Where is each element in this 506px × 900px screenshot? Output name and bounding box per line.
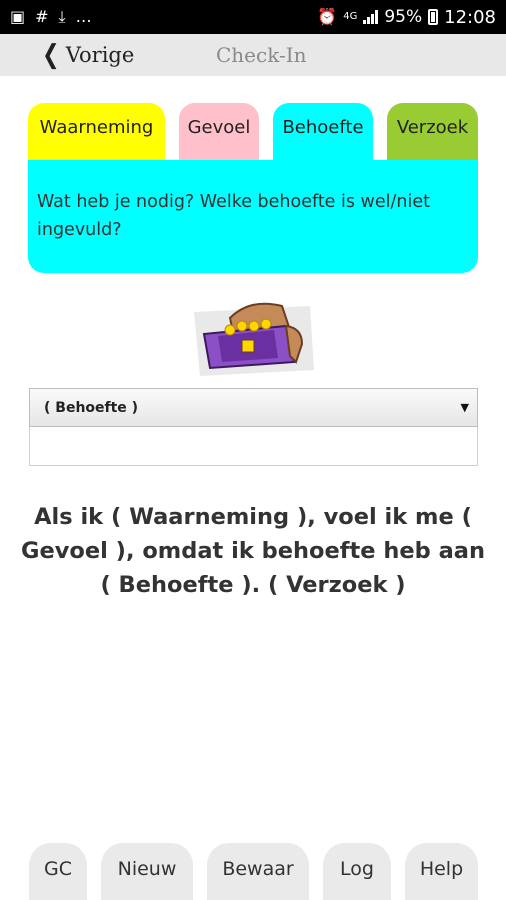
tab-verzoek[interactable]: Verzoek [387, 103, 478, 161]
network-label: 4G [343, 11, 358, 22]
bottom-toolbar: GC Nieuw Bewaar Log Help [0, 843, 506, 900]
status-left-icons: ▣ # ⤓ … [10, 9, 92, 25]
coin-4 [260, 318, 272, 330]
chevron-left-icon: ❮ [42, 40, 60, 70]
status-bar: ▣ # ⤓ … ⏰ 4G 95% 12:08 [0, 0, 506, 34]
battery-icon [428, 9, 439, 25]
save-button[interactable]: Bewaar [207, 843, 309, 900]
back-label: Vorige [65, 43, 135, 67]
need-select-value: ( Behoefte ) [44, 399, 139, 416]
new-button[interactable]: Nieuw [101, 843, 193, 900]
help-button[interactable]: Help [405, 843, 478, 900]
need-text-field[interactable] [29, 427, 478, 466]
log-button[interactable]: Log [323, 843, 391, 900]
coin-3 [248, 320, 260, 332]
more-icon: … [75, 7, 92, 26]
tab-gevoel[interactable]: Gevoel [179, 103, 259, 161]
treasure-chest-icon [194, 302, 314, 376]
slack-icon: # [35, 7, 49, 26]
need-select[interactable]: ( Behoefte ) ▼ [29, 388, 478, 427]
image-icon: ▣ [10, 7, 26, 26]
tab-waarneming[interactable]: Waarneming [28, 103, 165, 161]
dropdown-arrow-icon: ▼ [460, 401, 469, 414]
gc-button[interactable]: GC [29, 843, 87, 900]
status-right-icons: ⏰ 4G 95% 12:08 [317, 7, 496, 28]
navigation-bar: ❮ Vorige Check-In [0, 34, 506, 76]
prompt-panel: Wat heb je nodig? Welke behoefte is wel/… [28, 160, 478, 273]
step-tabs: Waarneming Gevoel Behoefte Verzoek [28, 103, 478, 161]
prompt-text: Wat heb je nodig? Welke behoefte is wel/… [37, 192, 430, 240]
chest-lock [241, 339, 255, 353]
back-button[interactable]: ❮ Vorige [40, 42, 134, 68]
clock: 12:08 [444, 6, 496, 28]
summary-sentence: Als ik ( Waarneming ), voel ik me ( Gevo… [21, 504, 485, 598]
coin-1 [224, 324, 236, 336]
battery-percent: 95% [384, 7, 423, 27]
tab-behoefte[interactable]: Behoefte [273, 103, 373, 161]
signal-icon [363, 10, 379, 24]
download-icon: ⤓ [58, 7, 66, 26]
page-title: Check-In [216, 43, 307, 67]
alarm-icon: ⏰ [317, 7, 338, 26]
coin-2 [236, 320, 248, 332]
